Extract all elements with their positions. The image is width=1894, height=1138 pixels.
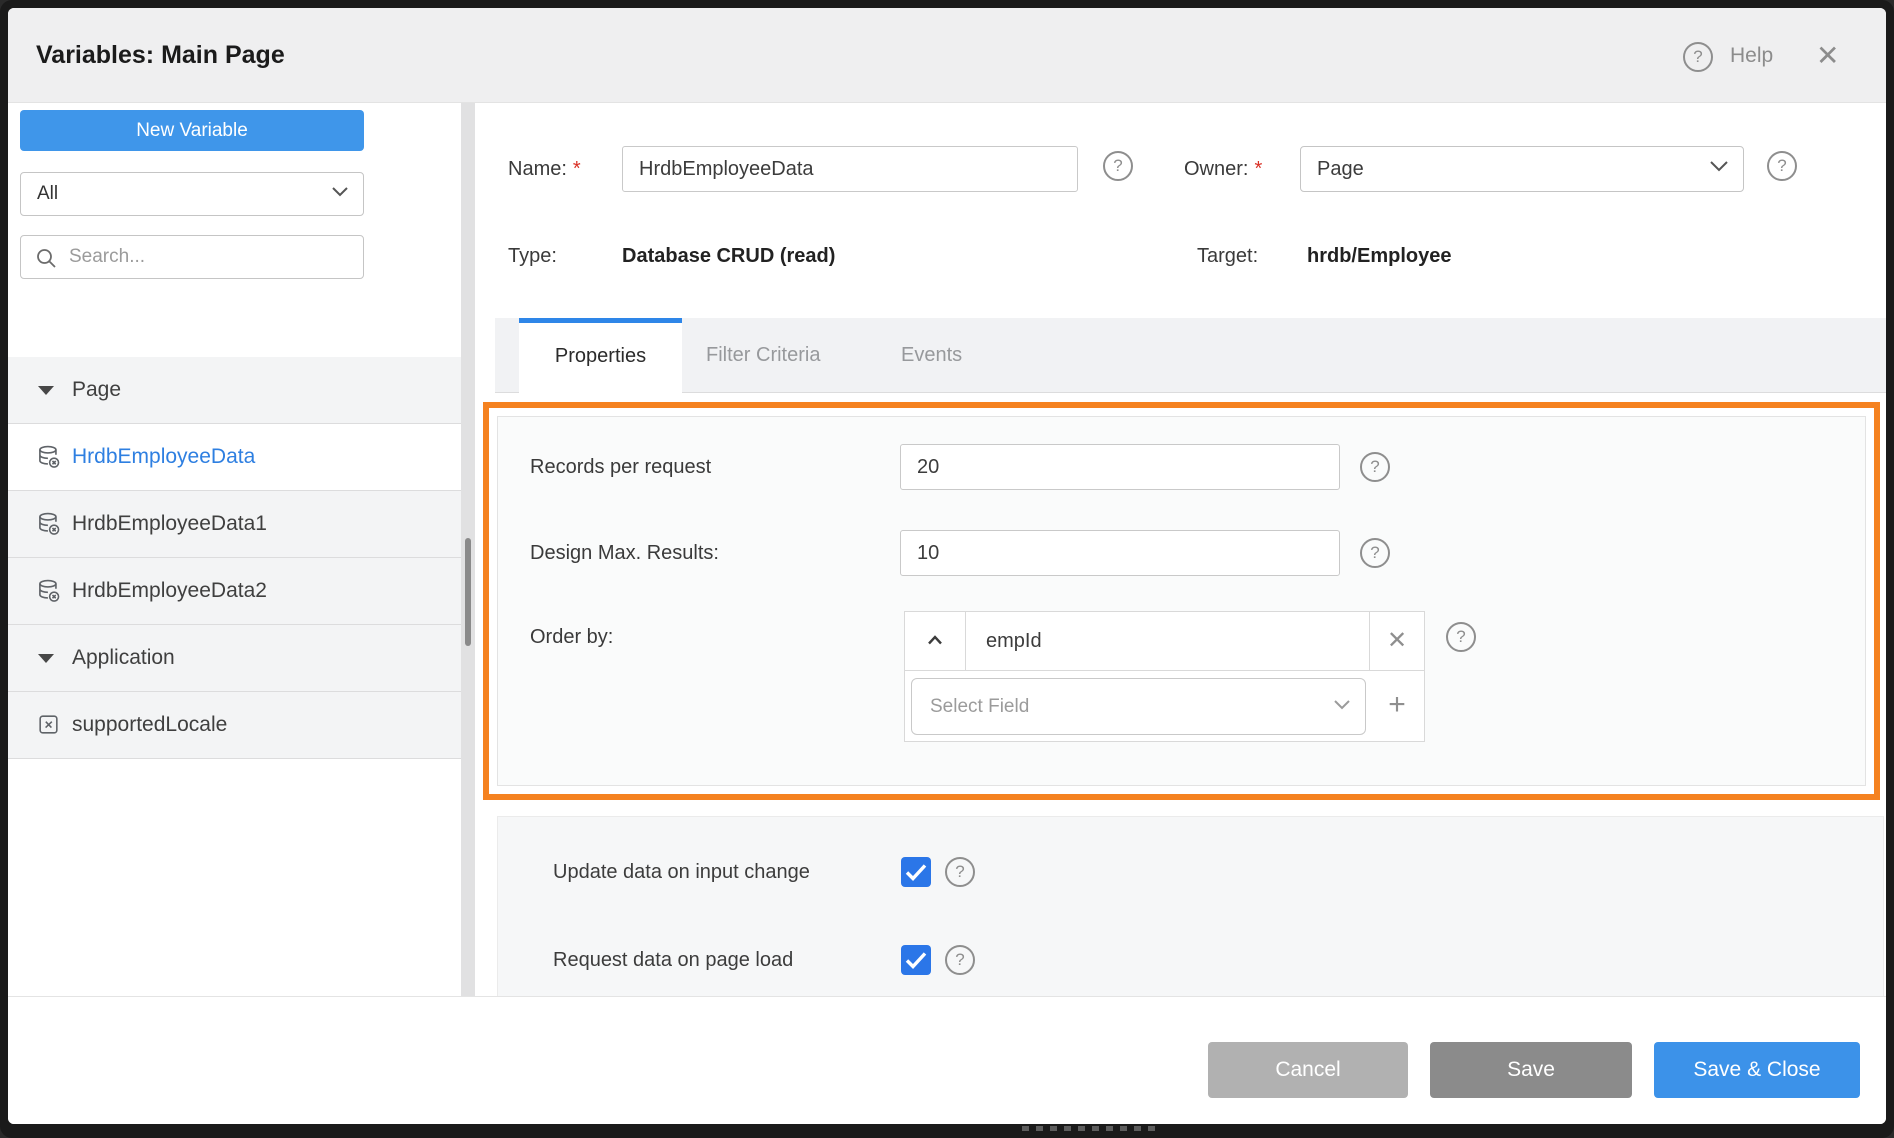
triangle-down-icon [38, 386, 54, 395]
required-asterisk: * [1254, 158, 1262, 180]
design-max-results-label: Design Max. Results: [530, 530, 719, 576]
records-help-icon[interactable]: ? [1360, 452, 1390, 482]
name-label: Name:* [508, 146, 581, 192]
sort-direction-button[interactable] [905, 612, 966, 671]
design-max-results-input[interactable] [900, 530, 1340, 576]
check-icon [905, 863, 927, 881]
records-per-request-input[interactable] [900, 444, 1340, 490]
request-data-help-icon[interactable]: ? [945, 945, 975, 975]
name-help-icon[interactable]: ? [1103, 151, 1133, 181]
scrollbar-thumb[interactable] [465, 538, 471, 646]
owner-label: Owner:* [1184, 146, 1262, 192]
cancel-button[interactable]: Cancel [1208, 1042, 1408, 1098]
chevron-down-icon [1709, 160, 1729, 178]
type-label: Type: [508, 242, 557, 270]
required-asterisk: * [573, 158, 581, 180]
screenshot-frame: Variables: Main Page ? Help ✕ New Variab… [0, 0, 1894, 1138]
variable-filter-value: All [37, 173, 58, 215]
help-link[interactable]: Help [1730, 8, 1773, 103]
save-button[interactable]: Save [1430, 1042, 1632, 1098]
tree-item-hrdbemployeedata2[interactable]: HrdbEmployeeData2 [8, 558, 461, 625]
select-field-dropdown[interactable]: Select Field [911, 678, 1366, 735]
clipped-background-text [1022, 1126, 1162, 1131]
new-variable-button[interactable]: New Variable [20, 110, 364, 151]
search-icon [35, 247, 57, 269]
add-sort-field-button[interactable]: + [1370, 671, 1424, 741]
variables-dialog: Variables: Main Page ? Help ✕ New Variab… [8, 8, 1886, 1124]
select-field-cell: Select Field [905, 671, 1370, 741]
tab-filter-criteria[interactable]: Filter Criteria [706, 318, 820, 392]
remove-sort-field-button[interactable]: ✕ [1370, 612, 1424, 671]
search-input[interactable] [67, 237, 357, 277]
order-by-label: Order by: [530, 614, 613, 660]
owner-help-icon[interactable]: ? [1767, 151, 1797, 181]
type-value: Database CRUD (read) [622, 242, 835, 270]
help-icon[interactable]: ? [1683, 42, 1713, 72]
name-input[interactable] [622, 146, 1078, 192]
database-variable-icon [36, 444, 62, 475]
order-by-editor: empId ✕ Select Field + [904, 611, 1425, 742]
target-value: hrdb/Employee [1307, 242, 1451, 270]
order-by-help-icon[interactable]: ? [1446, 622, 1476, 652]
owner-value: Page [1317, 147, 1364, 191]
variable-search [20, 235, 364, 279]
variable-filter-select[interactable]: All [20, 172, 364, 216]
check-icon [905, 951, 927, 969]
chevron-down-icon [331, 185, 349, 203]
tree-item-supportedlocale[interactable]: supportedLocale [8, 692, 461, 759]
close-icon[interactable]: ✕ [1816, 8, 1839, 103]
tree-section-page[interactable]: Page [8, 357, 461, 424]
request-data-label: Request data on page load [553, 945, 793, 975]
select-field-placeholder: Select Field [930, 679, 1029, 734]
tab-bar: Filter Criteria Events [495, 318, 1886, 393]
database-variable-icon [36, 511, 62, 542]
order-by-field[interactable]: empId [966, 612, 1370, 671]
triangle-down-icon [38, 654, 54, 663]
update-data-label: Update data on input change [553, 857, 810, 887]
tree-item-hrdbemployeedata1[interactable]: HrdbEmployeeData1 [8, 491, 461, 558]
tree-section-application[interactable]: Application [8, 625, 461, 692]
owner-select[interactable]: Page [1300, 146, 1744, 192]
request-data-checkbox[interactable] [901, 945, 931, 975]
string-variable-icon [36, 712, 61, 742]
tab-properties[interactable]: Properties [519, 318, 682, 393]
target-label: Target: [1197, 242, 1258, 270]
dialog-header: Variables: Main Page ? Help ✕ [8, 8, 1886, 103]
database-variable-icon [36, 578, 62, 609]
records-per-request-label: Records per request [530, 444, 711, 490]
chevron-up-icon [927, 632, 943, 650]
dialog-title: Variables: Main Page [36, 8, 285, 103]
chevron-down-icon [1333, 698, 1351, 716]
update-data-help-icon[interactable]: ? [945, 857, 975, 887]
save-and-close-button[interactable]: Save & Close [1654, 1042, 1860, 1098]
tab-events[interactable]: Events [901, 318, 962, 392]
design-help-icon[interactable]: ? [1360, 538, 1390, 568]
update-data-checkbox[interactable] [901, 857, 931, 887]
tree-item-hrdbemployeedata[interactable]: HrdbEmployeeData [8, 424, 461, 491]
